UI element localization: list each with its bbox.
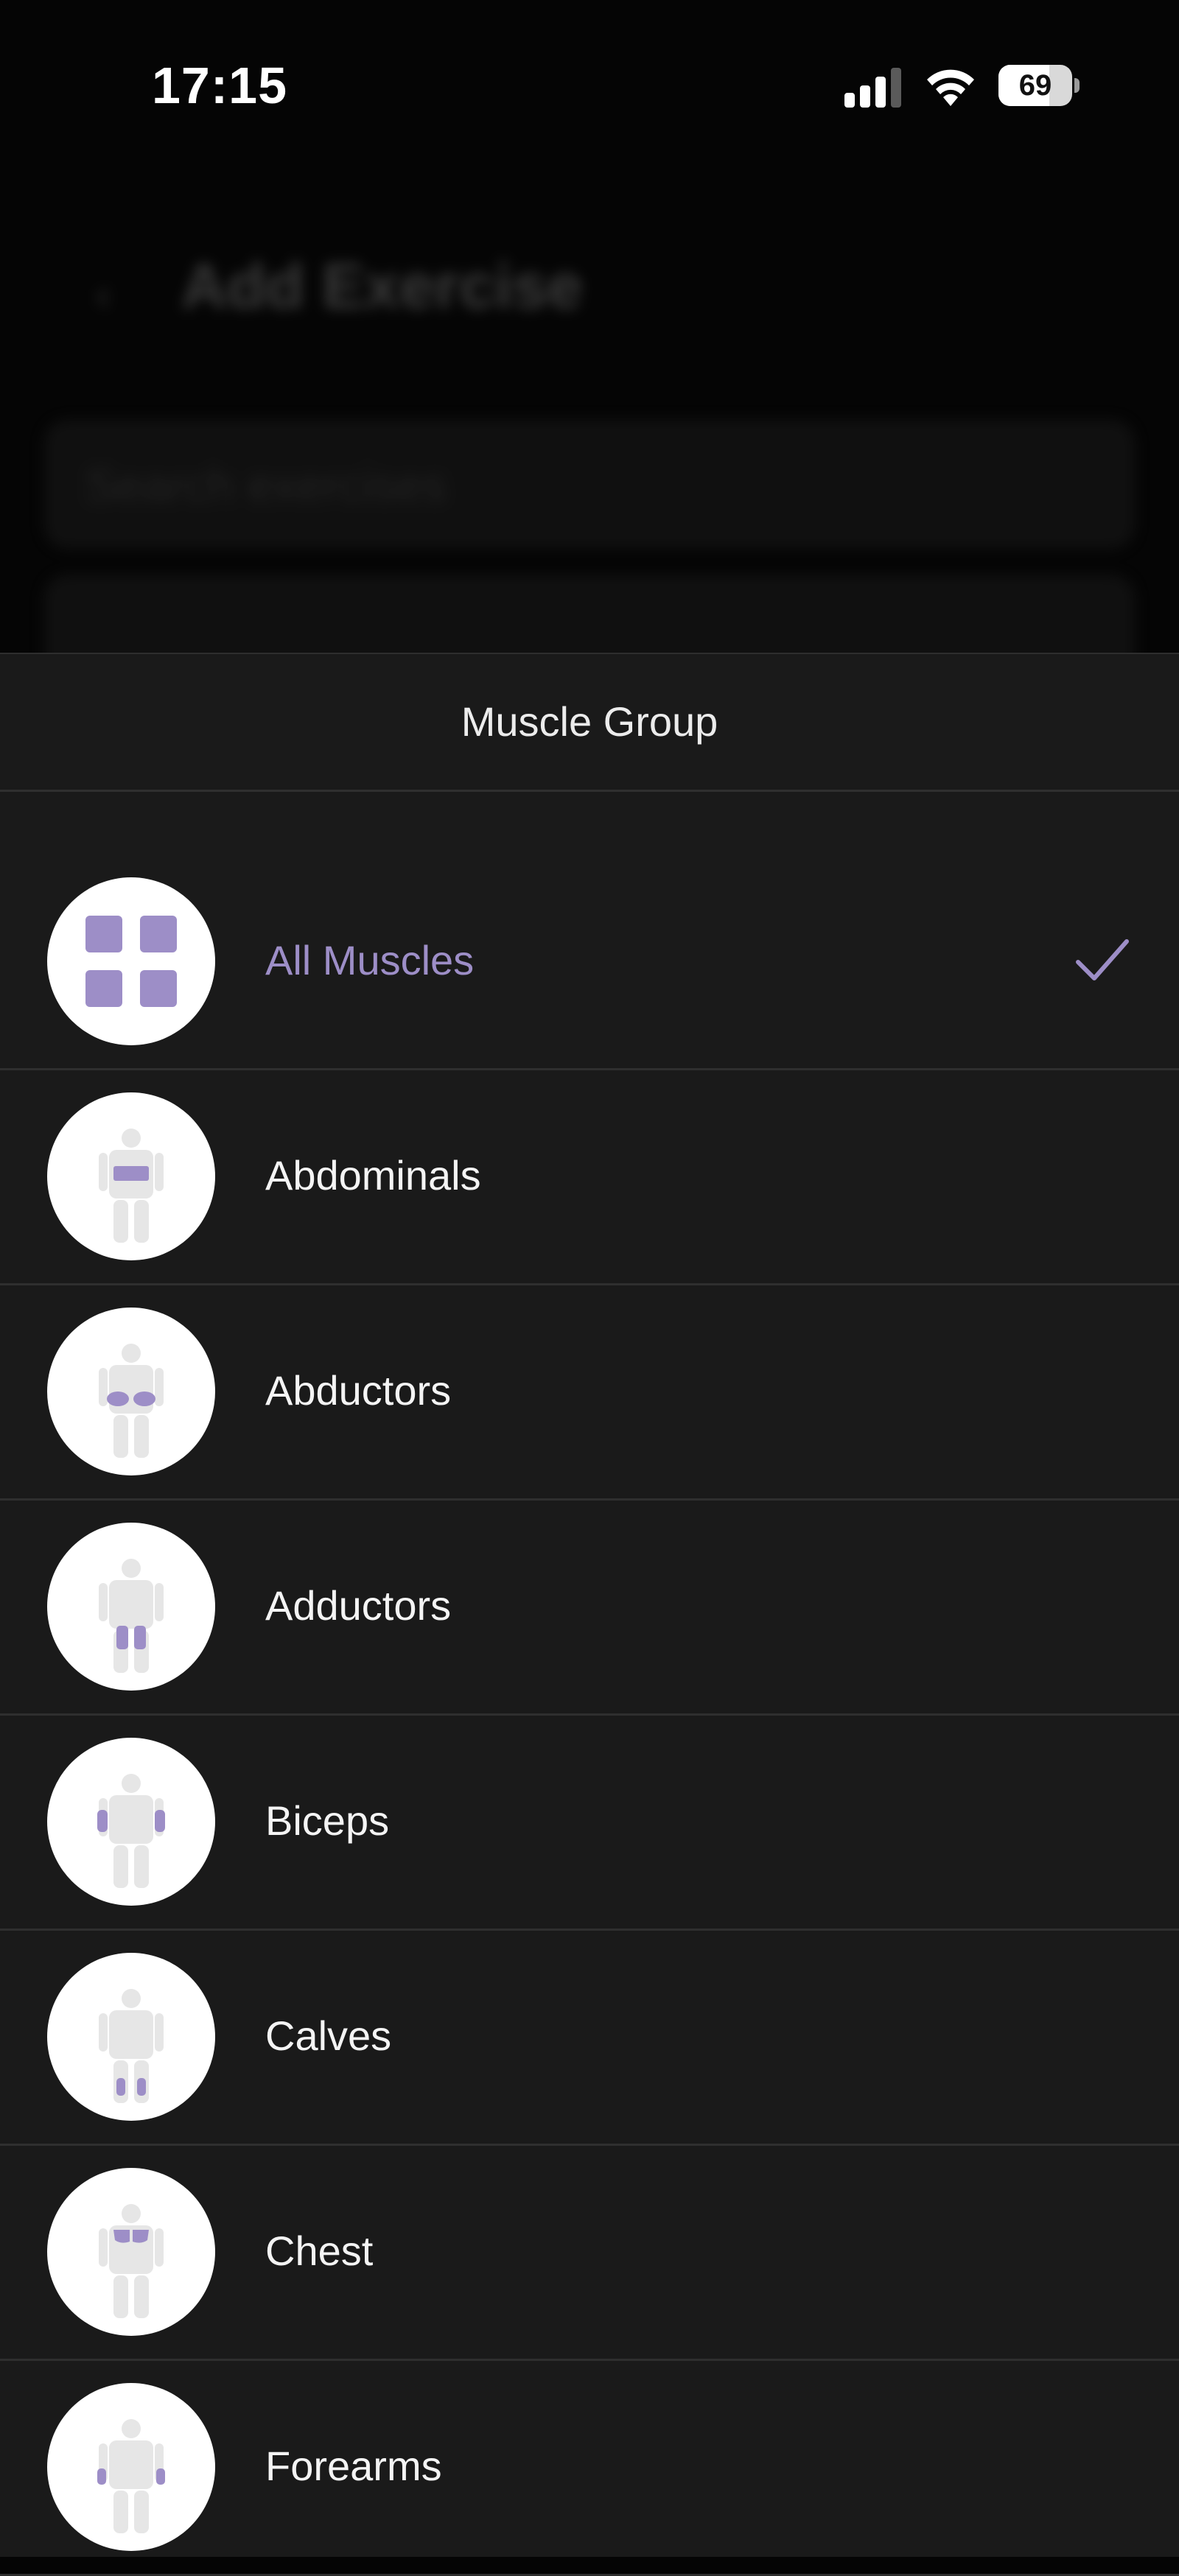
calves-body-icon: [47, 1953, 215, 2121]
abductors-body-icon: [47, 1308, 215, 1475]
cellular-signal-icon: [844, 68, 901, 108]
background-title: Add Exercise: [181, 251, 583, 322]
muscle-option-biceps[interactable]: Biceps: [0, 1713, 1179, 1931]
muscle-option-abductors[interactable]: Abductors: [0, 1283, 1179, 1501]
grid-icon: [47, 877, 215, 1045]
muscle-option-forearms[interactable]: Forearms: [0, 2359, 1179, 2576]
back-chevron-icon: ‹: [96, 270, 111, 319]
sheet-title: Muscle Group: [461, 698, 718, 745]
chest-body-icon: [47, 2168, 215, 2336]
muscle-group-sheet: Muscle Group All Muscles Abdominals Abdu…: [0, 653, 1179, 2576]
status-time: 17:15: [152, 57, 288, 114]
battery-level: 69: [1018, 69, 1052, 102]
forearms-body-icon: [47, 2383, 215, 2551]
abdominals-body-icon: [47, 1092, 215, 1260]
muscle-option-label: Abductors: [265, 1367, 452, 1414]
muscle-option-label: Forearms: [265, 2443, 442, 2489]
background-search-placeholder: Search exercises: [85, 459, 447, 512]
checkmark-icon: [1076, 939, 1129, 980]
muscle-option-adductors[interactable]: Adductors: [0, 1498, 1179, 1716]
muscle-option-all-muscles[interactable]: All Muscles: [0, 853, 1179, 1070]
muscle-option-label: Adductors: [265, 1582, 452, 1629]
muscle-option-calves[interactable]: Calves: [0, 1929, 1179, 2146]
muscle-option-label: Chest: [265, 2228, 374, 2274]
biceps-body-icon: [47, 1738, 215, 1906]
muscle-option-label: Abdominals: [265, 1152, 481, 1198]
muscle-option-label: Biceps: [265, 1797, 390, 1844]
wifi-icon: [927, 69, 974, 106]
battery-icon: 69: [998, 65, 1080, 106]
muscle-option-abdominals[interactable]: Abdominals: [0, 1068, 1179, 1285]
muscle-option-label: All Muscles: [265, 937, 475, 983]
background-screen: ‹ Add Exercise Search exercises: [0, 177, 1179, 703]
background-search-field: Search exercises: [44, 420, 1135, 549]
status-bar: 17:15 69: [0, 0, 1179, 177]
adductors-body-icon: [47, 1523, 215, 1691]
sheet-header: Muscle Group: [0, 654, 1179, 792]
muscle-option-label: Calves: [265, 2012, 392, 2059]
muscle-option-chest[interactable]: Chest: [0, 2144, 1179, 2361]
